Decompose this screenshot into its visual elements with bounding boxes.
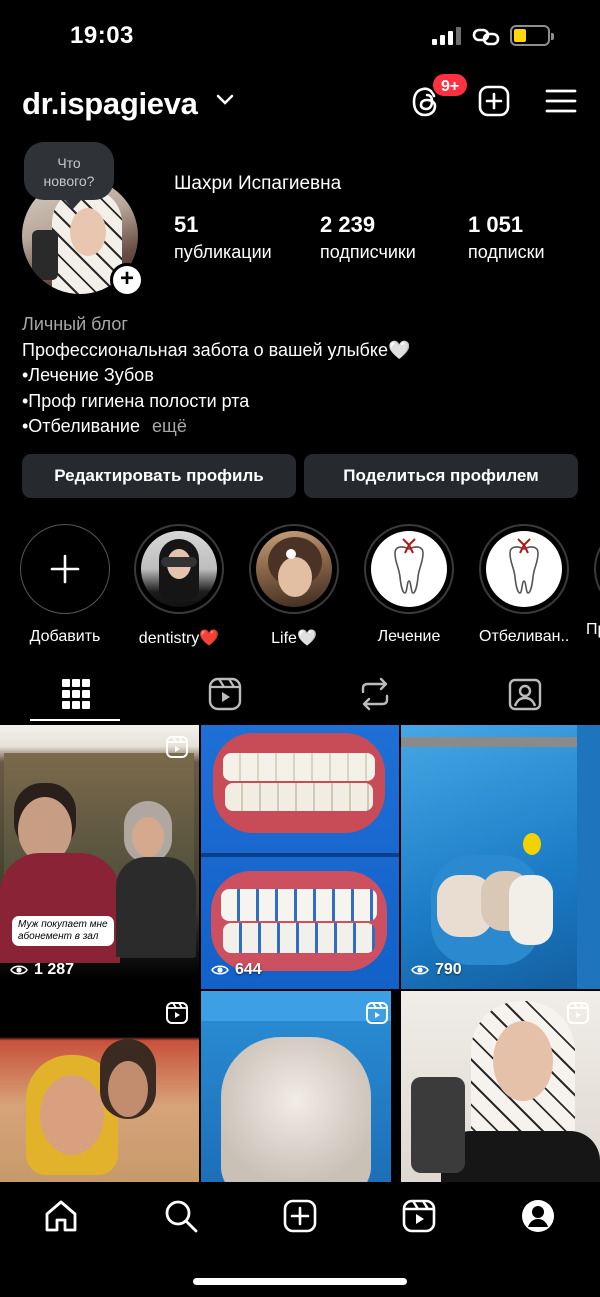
grid-post[interactable] <box>0 991 199 1182</box>
home-icon[interactable] <box>43 1198 79 1234</box>
view-count-value: 644 <box>235 961 262 978</box>
link-icon <box>472 28 500 46</box>
view-count-value: 1 287 <box>34 961 75 978</box>
stat-posts[interactable]: 51 публикации <box>174 212 272 263</box>
bio-line: •Проф гигиена полости рта <box>22 390 250 411</box>
highlight-label: Life🤍 <box>271 630 317 647</box>
view-count: 1 287 <box>10 961 74 979</box>
stat-following-value: 1 051 <box>468 212 524 237</box>
bio-more-link[interactable]: ещё <box>152 416 187 436</box>
reel-icon <box>166 1002 188 1024</box>
eye-icon <box>10 965 28 975</box>
stat-followers-label: подписчики <box>320 242 416 262</box>
note-bubble-text: Что нового? <box>43 155 95 189</box>
home-indicator <box>193 1278 407 1285</box>
grid-post[interactable]: 644 <box>201 725 399 989</box>
highlight-label: Лечение <box>377 628 441 645</box>
active-tab-indicator <box>30 719 120 721</box>
bio-line: •Отбеливание <box>22 416 141 436</box>
highlight-label: Пр <box>586 621 600 638</box>
stat-posts-value: 51 <box>174 212 199 237</box>
share-profile-button[interactable]: Поделиться профилем <box>304 454 578 498</box>
reels-icon[interactable] <box>401 1198 437 1234</box>
stat-following[interactable]: 1 051 подписки <box>468 212 545 263</box>
highlight-label: Добавить <box>29 628 101 645</box>
stat-following-label: подписки <box>468 242 545 262</box>
reel-icon <box>366 1002 388 1024</box>
profile-username[interactable]: dr.ispagieva <box>22 86 198 122</box>
reel-icon <box>166 736 188 758</box>
tooth-icon <box>394 538 424 594</box>
add-story-button[interactable]: + <box>110 263 144 297</box>
highlight-whitening[interactable]: Отбеливан... <box>479 524 569 646</box>
new-post-icon[interactable] <box>282 1198 318 1234</box>
bio-line: Профессиональная забота о вашей улыбке🤍 <box>22 339 411 360</box>
eye-icon <box>411 965 429 975</box>
profile-icon[interactable] <box>520 1198 556 1234</box>
grid-post[interactable] <box>401 991 600 1182</box>
bio-category: Личный блог <box>22 314 128 334</box>
tagged-tab-icon[interactable] <box>505 676 545 712</box>
battery-icon <box>510 25 554 46</box>
full-name: Шахри Испагиевна <box>174 173 342 194</box>
edit-profile-button[interactable]: Редактировать профиль <box>22 454 296 498</box>
highlight-label: dentistry❤️ <box>138 630 220 647</box>
reposts-tab-icon[interactable] <box>355 676 395 712</box>
grid-post[interactable] <box>201 991 399 1182</box>
view-count: 790 <box>411 961 462 979</box>
plus-icon <box>50 554 80 584</box>
tooth-icon <box>509 538 539 594</box>
highlight-life[interactable]: Life🤍 <box>249 524 339 648</box>
bio: Личный блог Профессиональная забота о ва… <box>22 312 582 440</box>
view-count: 644 <box>211 961 262 979</box>
grid-post[interactable]: Муж покупает мне абонемент в зал 1 287 <box>0 725 199 989</box>
grid-post[interactable]: 790 <box>401 725 600 989</box>
cellular-signal-icon <box>432 27 462 45</box>
post-caption-overlay: Муж покупает мне абонемент в зал <box>12 916 114 946</box>
menu-icon[interactable] <box>545 88 577 114</box>
highlight-label: Отбеливан... <box>479 628 569 645</box>
grid-tab-icon[interactable] <box>56 676 96 712</box>
notification-badge: 9+ <box>431 72 470 98</box>
highlight-partial[interactable] <box>594 524 600 614</box>
stat-posts-label: публикации <box>174 242 272 262</box>
status-time: 19:03 <box>70 22 134 49</box>
search-icon[interactable] <box>163 1198 199 1234</box>
note-bubble[interactable]: Что нового? <box>24 142 114 209</box>
highlight-dentistry[interactable]: dentistry❤️ <box>134 524 224 648</box>
stat-followers[interactable]: 2 239 подписчики <box>320 212 416 263</box>
create-post-icon[interactable] <box>477 84 511 118</box>
stat-followers-value: 2 239 <box>320 212 376 237</box>
bio-line: •Лечение Зубов <box>22 365 154 385</box>
reels-tab-icon[interactable] <box>205 676 245 712</box>
view-count-value: 790 <box>435 961 462 978</box>
highlight-treatment[interactable]: Лечение <box>364 524 454 646</box>
reel-icon <box>567 1002 589 1024</box>
chevron-down-icon[interactable] <box>216 93 234 107</box>
eye-icon <box>211 965 229 975</box>
highlight-add[interactable]: Добавить <box>20 524 110 646</box>
